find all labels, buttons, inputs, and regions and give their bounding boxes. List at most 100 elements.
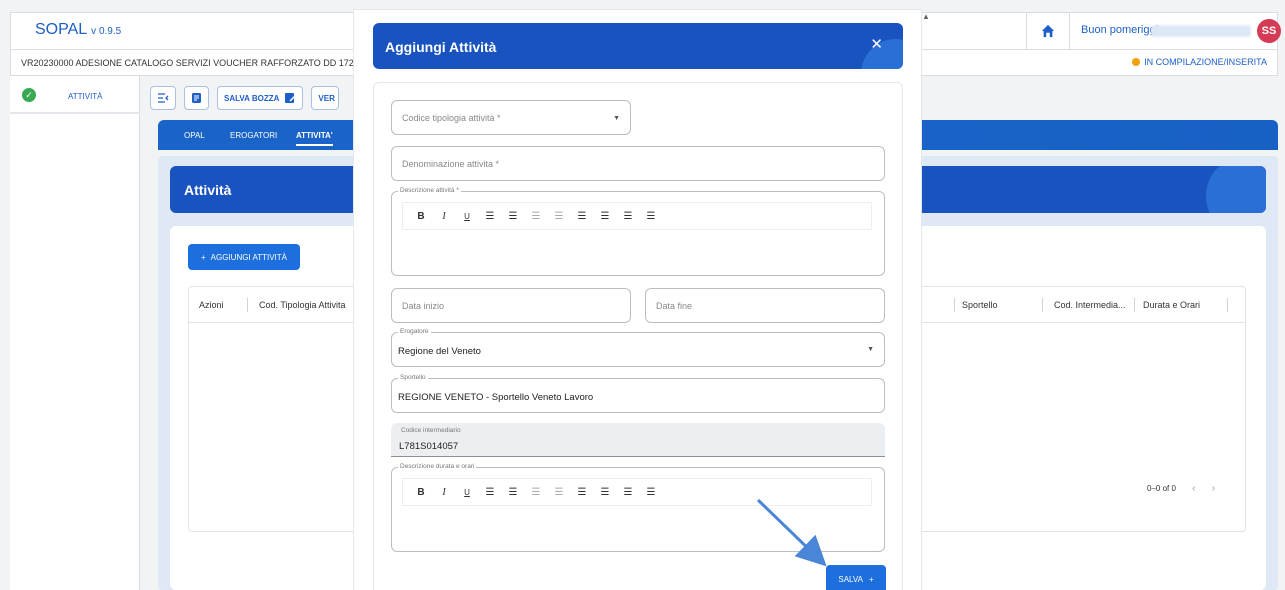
underline-icon[interactable]: U <box>457 206 477 226</box>
add-activity-button[interactable]: + AGGIUNGI ATTIVITÀ <box>188 244 300 270</box>
tab-erogatori[interactable]: EROGATORI <box>230 131 277 140</box>
align-left-icon[interactable]: ☰ <box>572 206 592 226</box>
save-draft-label: SALVA BOZZA <box>224 93 280 103</box>
descrizione-durata-label: Descrizione durata e orari <box>398 463 477 470</box>
status-badge: IN COMPILAZIONE/INSERITA <box>1132 57 1267 67</box>
erogatore-value: Regione del Veneto <box>398 346 481 357</box>
sidebar: ✓ ATTIVITÀ <box>10 76 140 590</box>
erogatore-select[interactable]: Erogatore Regione del Veneto ▼ <box>391 328 885 367</box>
data-inizio-field[interactable]: Data inizio <box>391 288 631 323</box>
column-separator <box>1042 298 1043 312</box>
codice-intermediario-field: Codice intermediario L781S014057 <box>391 423 885 457</box>
document-button[interactable] <box>184 86 209 110</box>
align-right-icon[interactable]: ☰ <box>618 482 638 502</box>
check-circle-icon: ✓ <box>22 88 36 102</box>
close-icon[interactable]: ✕ <box>870 35 883 53</box>
avatar[interactable]: SS <box>1257 19 1281 43</box>
underline-icon[interactable]: U <box>457 482 477 502</box>
plus-icon: + <box>868 574 874 584</box>
bold-icon[interactable]: B <box>411 206 431 226</box>
bullet-list-icon[interactable]: ☰ <box>480 482 500 502</box>
align-justify-icon[interactable]: ☰ <box>641 482 661 502</box>
tab-opal[interactable]: OPAL <box>184 131 205 140</box>
align-right-icon[interactable]: ☰ <box>618 206 638 226</box>
sportello-value: REGIONE VENETO - Sportello Veneto Lavoro <box>398 392 594 403</box>
align-left-icon[interactable]: ☰ <box>572 482 592 502</box>
modal-header: Aggiungi Attività ✕ <box>373 23 903 69</box>
prev-page-icon[interactable]: ‹ <box>1192 483 1195 494</box>
status-label: IN COMPILAZIONE/INSERITA <box>1144 57 1267 67</box>
outdent-icon[interactable]: ☰ <box>526 482 546 502</box>
bold-icon[interactable]: B <box>411 482 431 502</box>
data-inizio-placeholder: Data inizio <box>402 301 445 311</box>
save-draft-button[interactable]: SALVA BOZZA <box>217 86 304 110</box>
column-header-durata-orari[interactable]: Durata e Orari <box>1143 300 1200 310</box>
rich-text-toolbar: B I U ☰ ☰ ☰ ☰ ☰ ☰ ☰ ☰ <box>402 202 872 230</box>
italic-icon[interactable]: I <box>434 206 454 226</box>
tab-attivita[interactable]: ATTIVITA' <box>296 131 333 146</box>
codice-intermediario-value: L781S014057 <box>399 441 459 452</box>
outdent-icon[interactable]: ☰ <box>526 206 546 226</box>
align-justify-icon[interactable]: ☰ <box>641 206 661 226</box>
next-page-icon[interactable]: › <box>1212 483 1215 494</box>
codice-intermediario-label: Codice intermediario <box>401 427 461 434</box>
verify-label: VER <box>318 93 335 103</box>
data-fine-field[interactable]: Data fine <box>645 288 885 323</box>
descrizione-durata-editor[interactable]: Descrizione durata e orari B I U ☰ ☰ ☰ ☰… <box>391 463 885 552</box>
column-separator <box>1227 298 1228 312</box>
save-draft-icon <box>285 93 296 103</box>
collapse-menu-button[interactable] <box>150 86 176 110</box>
indent-icon[interactable]: ☰ <box>549 482 569 502</box>
scroll-up-icon[interactable]: ▲ <box>922 12 930 21</box>
numbered-list-icon[interactable]: ☰ <box>503 206 523 226</box>
app-name: SOPAL <box>35 21 88 38</box>
column-header-cod-tipologia[interactable]: Cod. Tipologia Attivita <box>259 300 346 310</box>
erogatore-label: Erogatore <box>398 328 431 335</box>
document-icon <box>192 93 201 103</box>
sidebar-item-attivita[interactable]: ✓ ATTIVITÀ <box>10 84 140 114</box>
status-dot-icon <box>1132 58 1141 66</box>
verify-button[interactable]: VER <box>311 86 340 110</box>
home-button[interactable] <box>1026 13 1070 49</box>
pagination: 0–0 of 0 ‹ › <box>1147 483 1215 494</box>
align-center-icon[interactable]: ☰ <box>595 206 615 226</box>
column-header-sportello[interactable]: Sportello <box>962 300 998 310</box>
sportello-field[interactable]: Sportello REGIONE VENETO - Sportello Ven… <box>391 374 885 413</box>
app-title[interactable]: SOPAL v 0.9.5 <box>35 21 121 39</box>
column-header-azioni[interactable]: Azioni <box>199 300 224 310</box>
data-fine-placeholder: Data fine <box>656 301 693 311</box>
home-icon <box>1041 24 1055 38</box>
descrizione-attivita-label: Descrizione attività * <box>398 187 461 194</box>
plus-icon: + <box>201 252 206 262</box>
save-button[interactable]: SALVA + <box>826 565 886 590</box>
denominazione-placeholder: Denominazione attivita * <box>402 159 500 169</box>
sportello-label: Sportello <box>398 374 428 381</box>
descrizione-attivita-editor[interactable]: Descrizione attività * B I U ☰ ☰ ☰ ☰ ☰ ☰… <box>391 187 885 276</box>
align-center-icon[interactable]: ☰ <box>595 482 615 502</box>
user-name-redacted <box>1151 25 1251 37</box>
chevron-down-icon: ▼ <box>613 115 620 122</box>
numbered-list-icon[interactable]: ☰ <box>503 482 523 502</box>
add-activity-label: AGGIUNGI ATTIVITÀ <box>210 252 287 262</box>
chevron-down-icon: ▼ <box>867 346 874 353</box>
save-label: SALVA <box>838 574 863 584</box>
sidebar-item-label: ATTIVITÀ <box>68 92 103 101</box>
column-header-cod-intermediario[interactable]: Cod. Intermedia... <box>1054 300 1126 310</box>
codice-tipologia-select[interactable]: Codice tipologia attività * ▼ <box>391 100 631 135</box>
context-title: VR20230000 ADESIONE CATALOGO SERVIZI VOU… <box>21 58 377 68</box>
bullet-list-icon[interactable]: ☰ <box>480 206 500 226</box>
toolbar: SALVA BOZZA VER <box>150 86 340 110</box>
italic-icon[interactable]: I <box>434 482 454 502</box>
column-separator <box>247 298 248 312</box>
indent-icon[interactable]: ☰ <box>549 206 569 226</box>
column-separator <box>954 298 955 312</box>
modal-form: Codice tipologia attività * ▼ Denominazi… <box>373 82 903 590</box>
panel-title: Attività <box>184 182 232 198</box>
pagination-label: 0–0 of 0 <box>1147 484 1176 493</box>
denominazione-field[interactable]: Denominazione attivita * <box>391 146 885 181</box>
rich-text-toolbar: B I U ☰ ☰ ☰ ☰ ☰ ☰ ☰ ☰ <box>402 478 872 506</box>
collapse-menu-icon <box>158 93 169 103</box>
modal-title: Aggiungi Attività <box>385 39 497 55</box>
column-separator <box>1134 298 1135 312</box>
header-decoration <box>1206 166 1266 213</box>
